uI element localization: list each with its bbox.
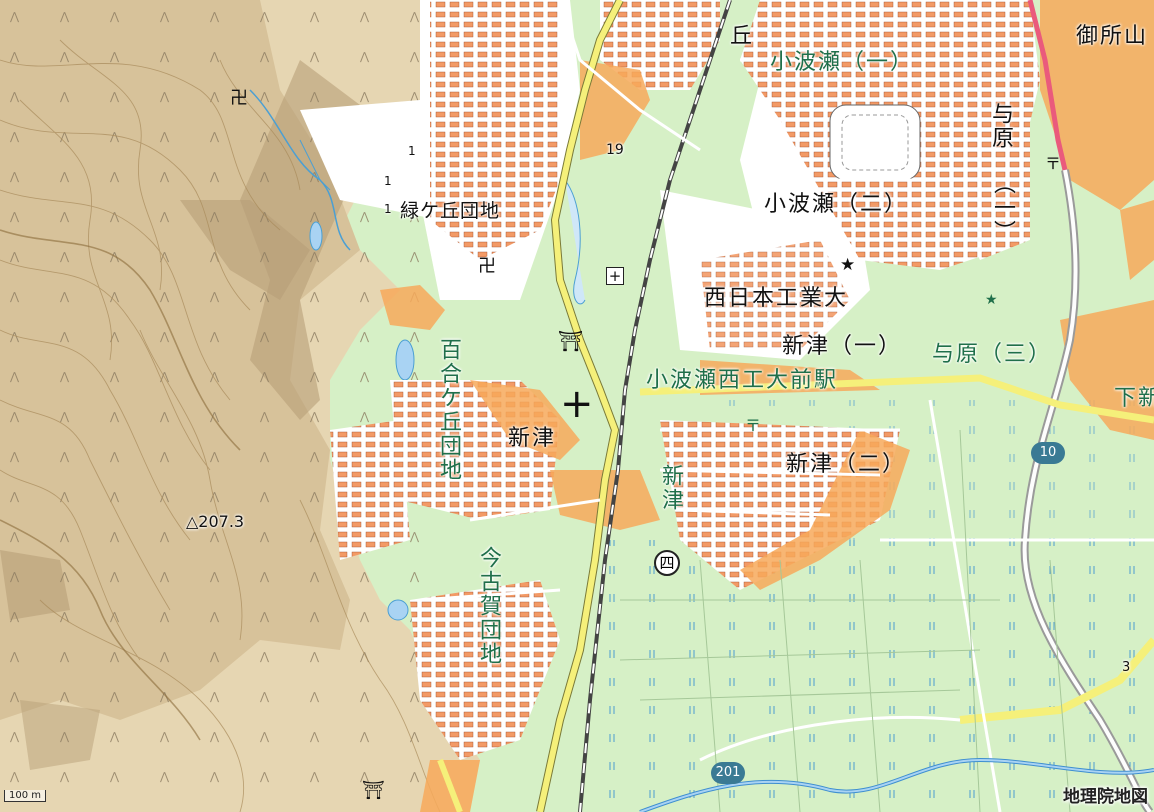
label-yurigaoka-danchi: 百合ケ丘団地	[436, 338, 461, 482]
scale-bar: 100 m	[4, 790, 47, 802]
label-shintsu-2: 新津（二）	[786, 452, 907, 477]
hospital-icon: +	[606, 267, 624, 285]
route-shield-10: 10	[1031, 442, 1065, 464]
label-imagoga-danchi: 今古賀団地	[476, 546, 501, 666]
label-gosho: 御所山	[1076, 24, 1149, 49]
label-midorigaoka-oka: 丘	[730, 24, 755, 49]
label-contour-1b: 1	[384, 174, 392, 188]
survey-mark-icon: +	[560, 381, 594, 427]
temple-icon: 卍	[478, 256, 496, 277]
shrine-icon: ⛩	[362, 780, 385, 801]
map-viewport[interactable]: ⋀	[0, 0, 1154, 812]
temple-icon: 卍	[230, 88, 248, 109]
label-yobaru-3: 与原（三）	[932, 342, 1053, 367]
label-midorigaoka-danchi: 緑ケ丘団地	[400, 200, 501, 222]
post-office-icon: 〒	[1045, 154, 1062, 173]
elementary-school-icon: ★	[985, 292, 998, 308]
label-contour-1a: 1	[408, 144, 416, 158]
label-shintsu-1: 新津（一）	[782, 334, 903, 359]
map-credit: 地理院地図	[1063, 787, 1148, 807]
label-contour-1c: 1	[384, 202, 392, 216]
route-shield-201: 201	[711, 762, 745, 784]
label-summit-elevation: △207.3	[186, 512, 245, 531]
label-nishinippon-university: 西日本工業大	[704, 286, 849, 311]
label-yobaru-1: （一）	[990, 172, 1015, 244]
label-road-19: 19	[606, 142, 624, 158]
label-shintsu: 新津	[508, 426, 557, 451]
label-kobase-1: 小波瀬（一）	[770, 50, 915, 75]
label-shintsu-4-number: 四	[654, 550, 680, 576]
university-icon: ★	[840, 255, 856, 275]
label-shintsu-4-name: 新津	[658, 464, 683, 512]
label-station: 小波瀬西工大前駅	[646, 368, 839, 393]
label-shimo: 下新	[1114, 386, 1154, 411]
shrine-icon: ⛩	[558, 329, 584, 353]
label-yobaru: 与原	[988, 102, 1013, 150]
label-kobase-2: 小波瀬（二）	[764, 192, 909, 217]
post-office-icon: 〒	[745, 416, 762, 435]
label-point-3: 3	[1122, 660, 1131, 675]
